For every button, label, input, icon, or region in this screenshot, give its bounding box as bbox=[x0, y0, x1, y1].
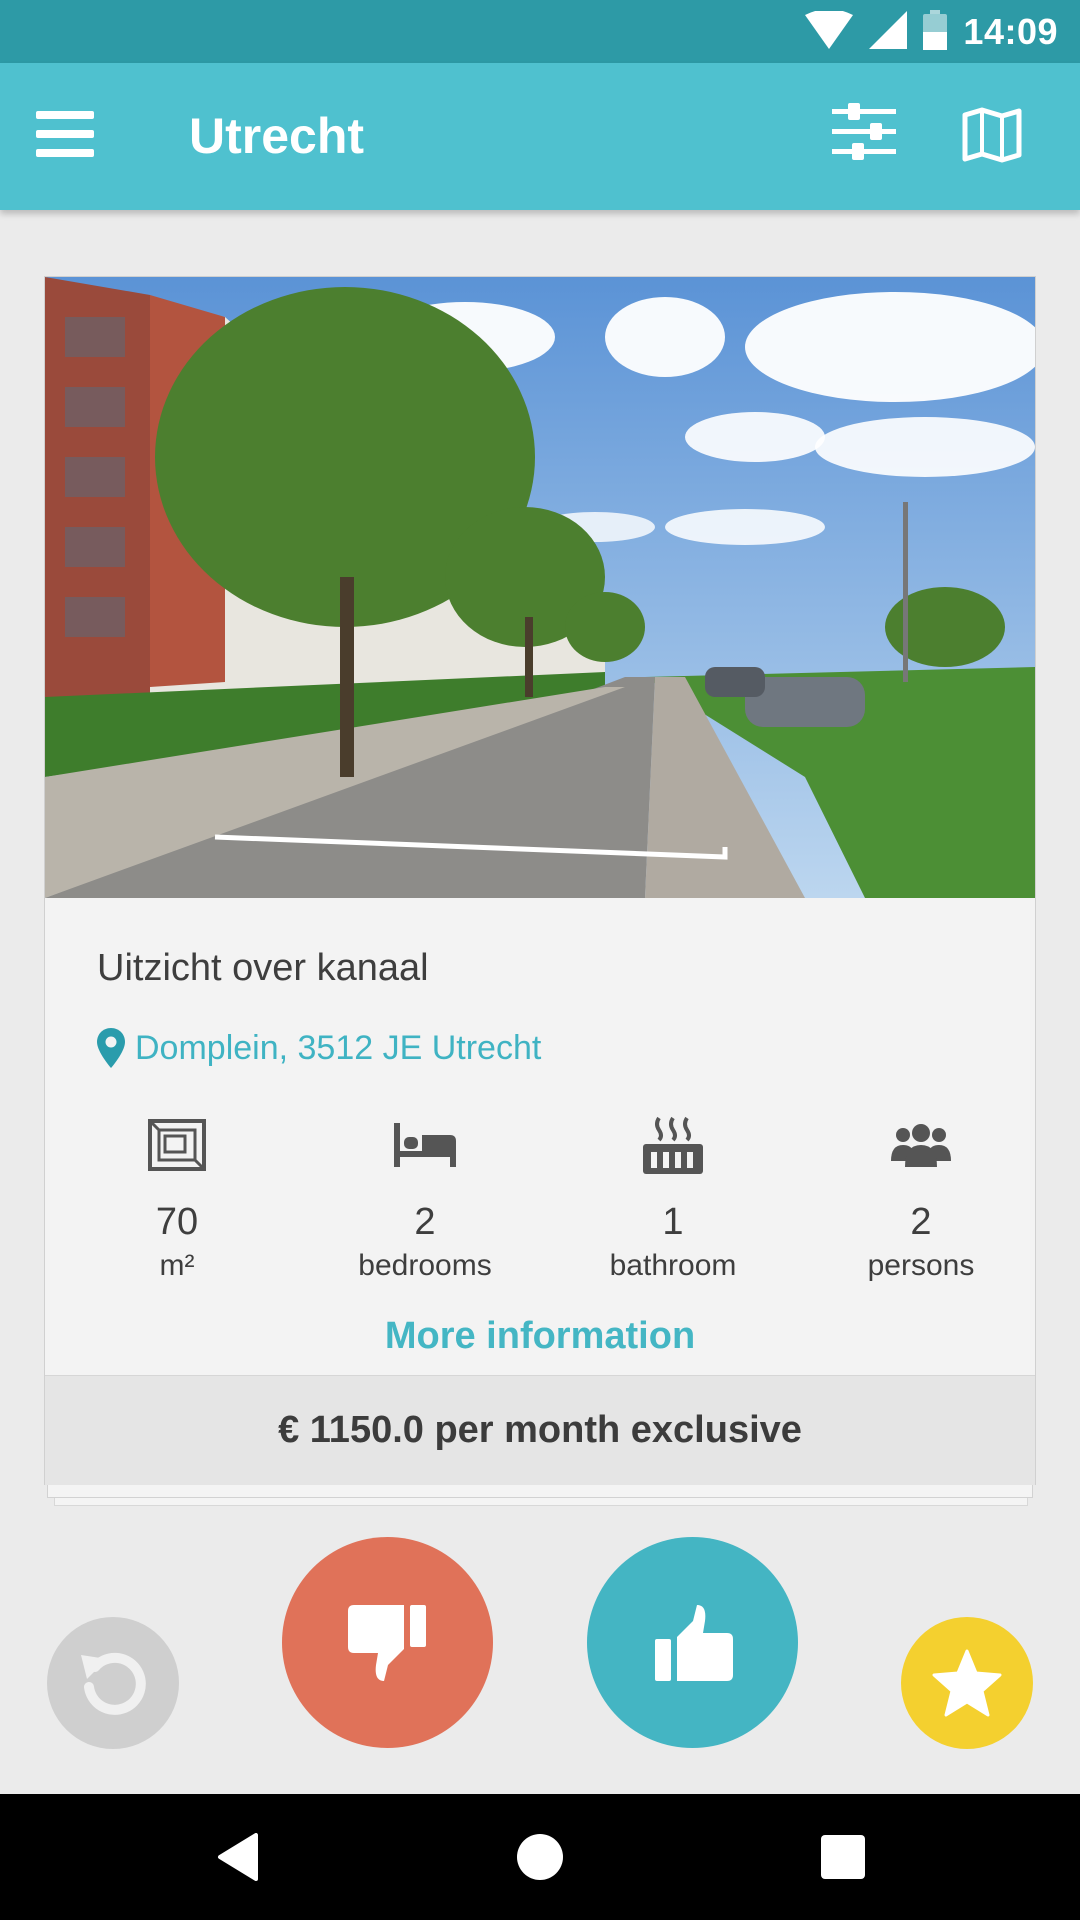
filter-button[interactable] bbox=[832, 103, 904, 169]
more-information-link[interactable]: More information bbox=[45, 1315, 1035, 1358]
feature-bedrooms: 2 bedrooms bbox=[325, 1112, 525, 1284]
map-button[interactable] bbox=[962, 107, 1028, 167]
recents-square-icon bbox=[821, 1835, 865, 1879]
feature-unit: bedrooms bbox=[358, 1249, 492, 1282]
nav-back-button[interactable] bbox=[203, 1824, 273, 1890]
thumbs-down-icon bbox=[347, 1604, 426, 1681]
back-triangle-icon bbox=[218, 1833, 258, 1881]
listing-card[interactable]: Uitzicht over kanaal Domplein, 3512 JE U… bbox=[44, 276, 1036, 1485]
feature-value: 2 bbox=[910, 1201, 932, 1243]
system-nav-bar bbox=[0, 1794, 1080, 1920]
star-icon bbox=[932, 1649, 1002, 1717]
features-row: 70 m² 2 bedrooms 1 bathroom 2 persons bbox=[45, 1112, 1035, 1282]
map-icon bbox=[962, 107, 1022, 163]
favorite-button[interactable] bbox=[901, 1617, 1033, 1749]
floor-plan-icon bbox=[148, 1119, 206, 1171]
people-icon bbox=[891, 1124, 951, 1167]
feature-bathroom: 1 bathroom bbox=[573, 1112, 773, 1284]
listing-title: Uitzicht over kanaal bbox=[97, 947, 429, 989]
app-bar: Utrecht bbox=[0, 63, 1080, 210]
bed-icon bbox=[394, 1123, 456, 1167]
wifi-icon bbox=[805, 8, 854, 54]
price-bar: € 1150.0 per month exclusive bbox=[45, 1375, 1035, 1485]
listing-address[interactable]: Domplein, 3512 JE Utrecht bbox=[97, 1025, 541, 1071]
hamburger-menu-icon bbox=[36, 111, 94, 157]
feature-unit: persons bbox=[867, 1249, 975, 1282]
nav-recents-button[interactable] bbox=[808, 1824, 878, 1890]
undo-button[interactable] bbox=[47, 1617, 179, 1749]
thumbs-up-icon bbox=[654, 1604, 733, 1681]
listing-photo bbox=[45, 277, 1035, 898]
undo-icon bbox=[81, 1652, 146, 1715]
feature-unit: m² bbox=[159, 1249, 195, 1282]
status-time: 14:09 bbox=[963, 11, 1058, 52]
status-icons: 14:09 bbox=[805, 8, 1058, 56]
location-pin-icon bbox=[97, 1028, 125, 1068]
signal-icon bbox=[869, 10, 908, 54]
status-bar: 14:09 bbox=[0, 0, 1080, 63]
filter-sliders-icon bbox=[832, 103, 896, 160]
nav-home-button[interactable] bbox=[505, 1824, 575, 1890]
page-title: Utrecht bbox=[189, 108, 365, 164]
card-stack-edge bbox=[47, 1484, 1033, 1498]
bathtub-icon bbox=[643, 1116, 703, 1174]
feature-persons: 2 persons bbox=[821, 1112, 1021, 1284]
feature-unit: bathroom bbox=[609, 1249, 737, 1282]
dislike-button[interactable] bbox=[282, 1537, 493, 1748]
feature-value: 1 bbox=[662, 1201, 684, 1243]
price-text: € 1150.0 per month exclusive bbox=[278, 1409, 802, 1451]
feature-value: 2 bbox=[414, 1201, 436, 1243]
battery-icon bbox=[923, 9, 948, 55]
like-button[interactable] bbox=[587, 1537, 798, 1748]
feature-value: 70 bbox=[155, 1201, 199, 1243]
address-text: Domplein, 3512 JE Utrecht bbox=[135, 1028, 542, 1067]
menu-button[interactable] bbox=[36, 109, 112, 165]
feature-area: 70 m² bbox=[77, 1112, 277, 1284]
home-circle-icon bbox=[517, 1834, 563, 1880]
